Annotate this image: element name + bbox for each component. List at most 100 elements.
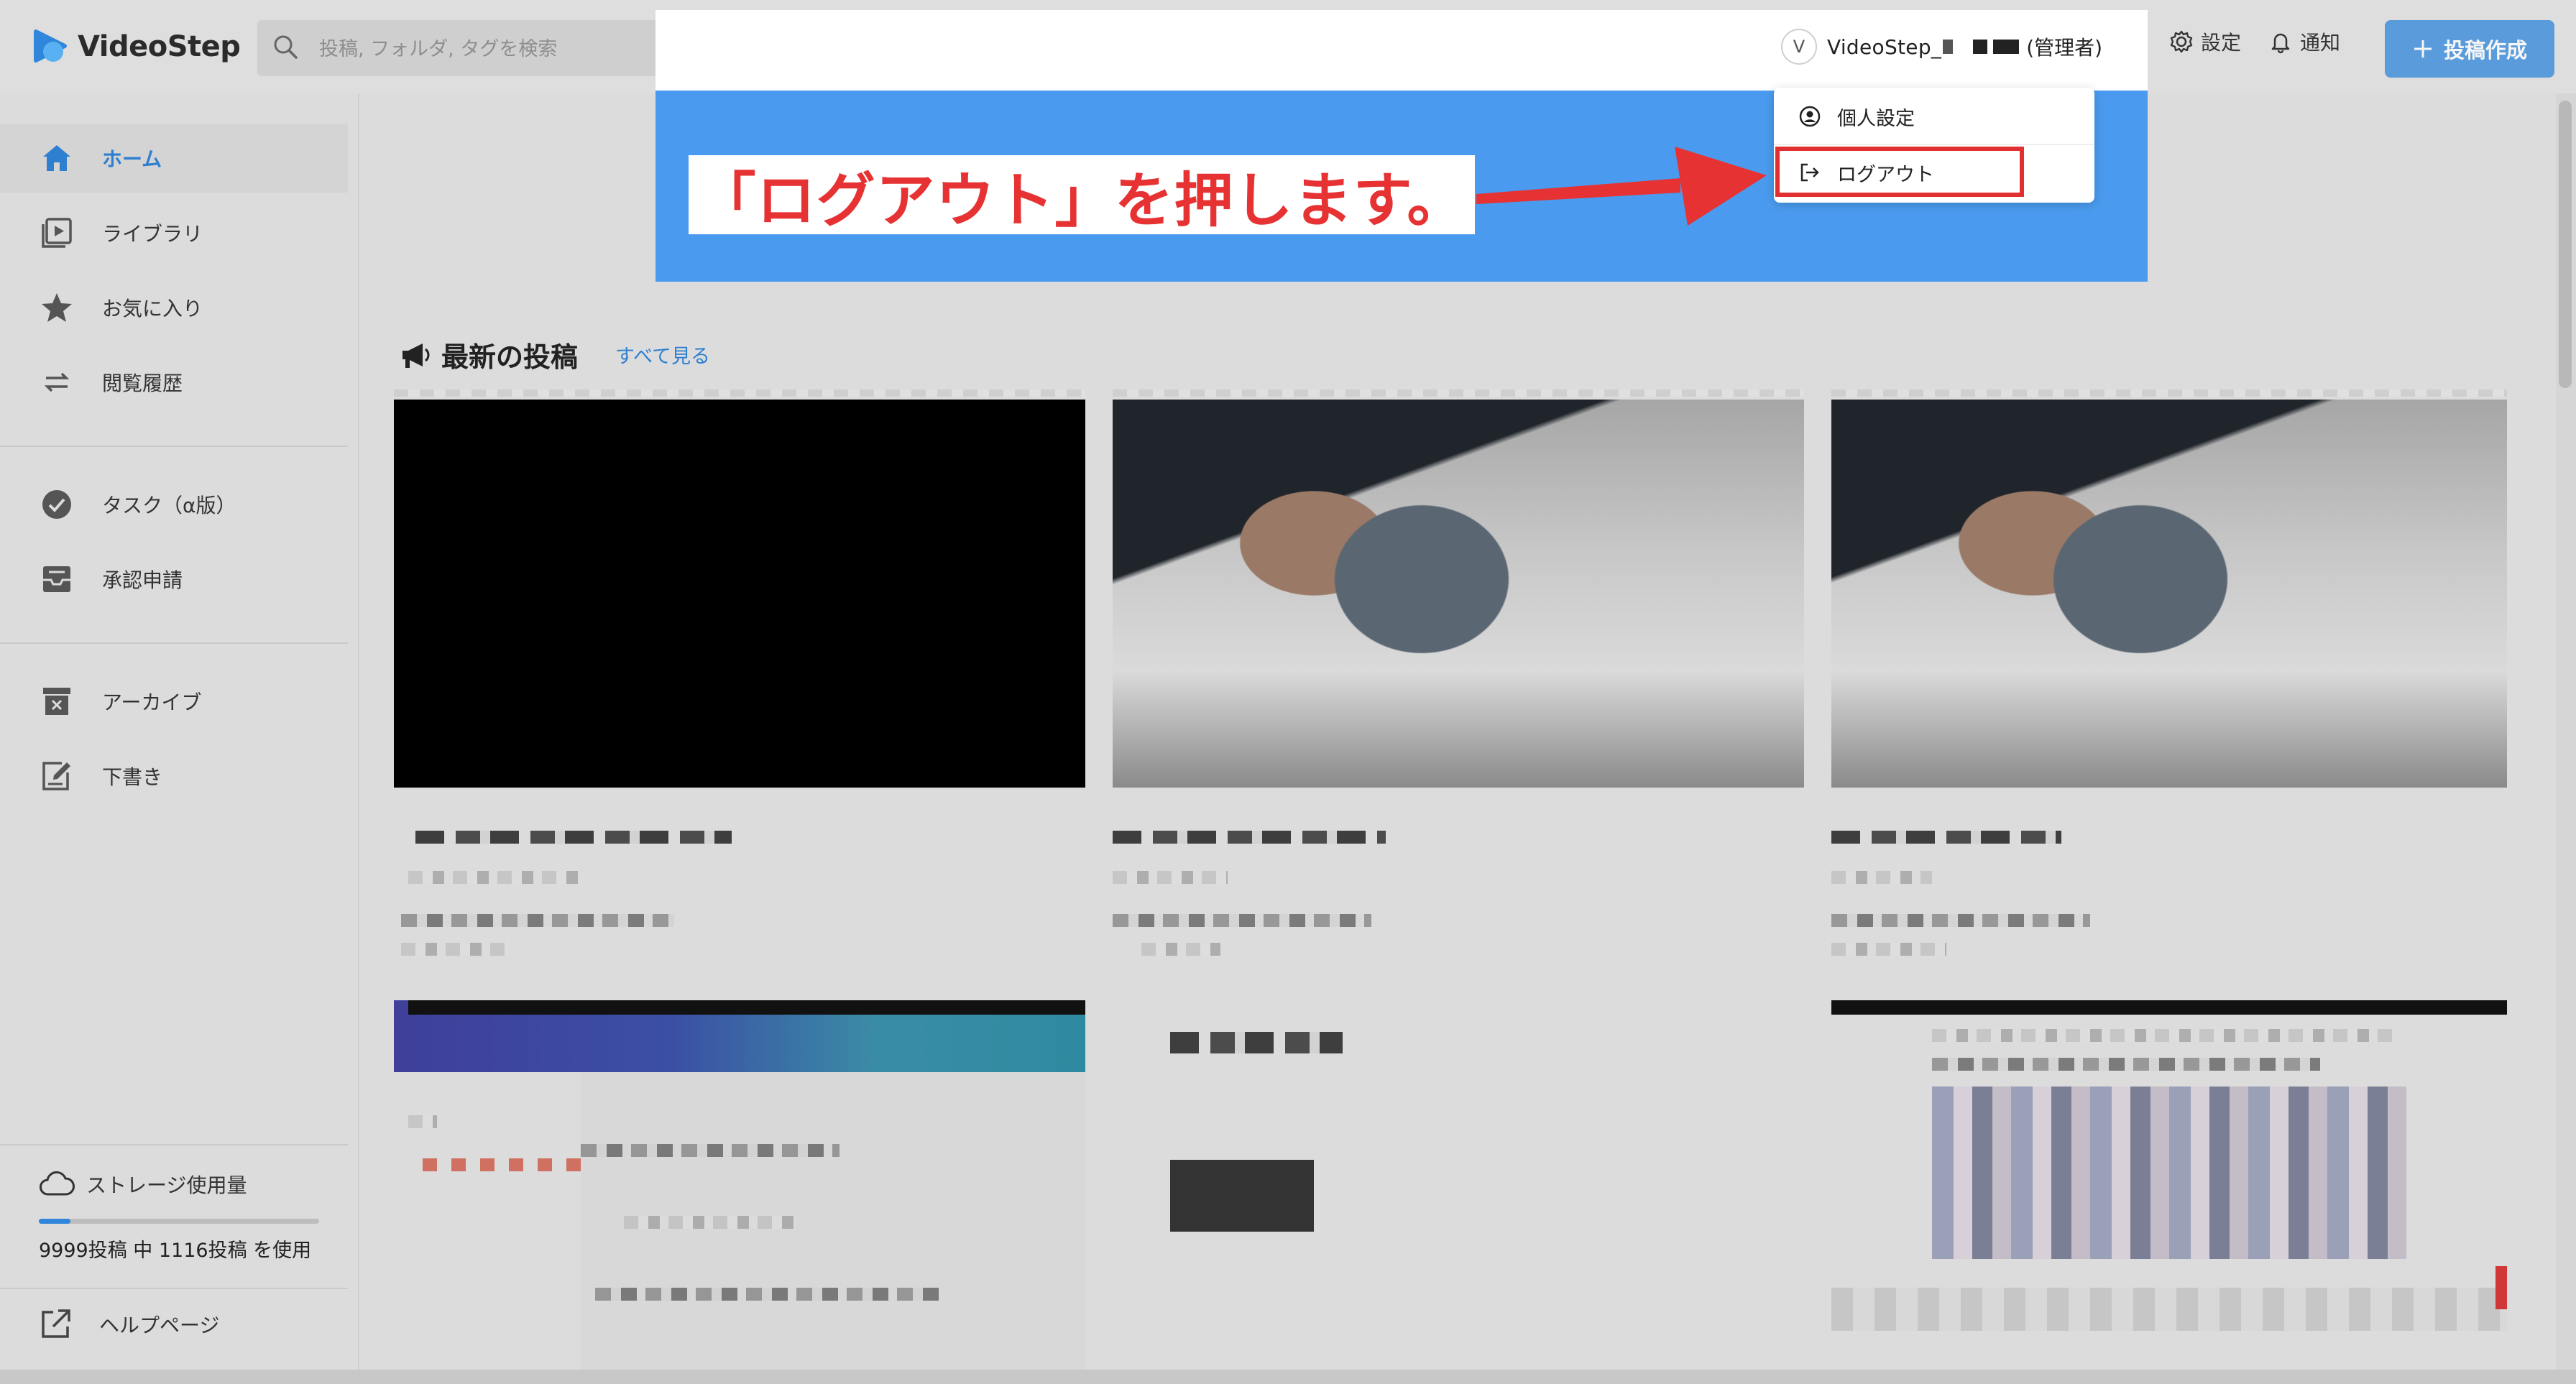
user-circle-icon xyxy=(1799,106,1821,127)
sidebar-divider xyxy=(0,446,348,447)
sidebar-item-approvals[interactable]: 承認申請 xyxy=(0,545,348,614)
sidebar-item-library[interactable]: ライブラリ xyxy=(0,198,348,267)
sidebar-item-tasks[interactable]: タスク（α版） xyxy=(0,470,348,539)
avatar: V xyxy=(1781,29,1817,65)
horizontal-scrollbar[interactable] xyxy=(0,1370,2576,1384)
sidebar-item-label: お気に入り xyxy=(102,297,203,320)
user-name: VideoStep_ xyxy=(1827,34,1942,59)
post-card[interactable] xyxy=(1831,389,2523,956)
post-meta-redacted xyxy=(1141,943,1220,956)
sidebar-item-label: タスク（α版） xyxy=(102,494,236,517)
sidebar-item-label: ライブラリ xyxy=(102,222,203,246)
help-label: ヘルプページ xyxy=(99,1314,220,1337)
thumbnail-bar xyxy=(1831,1000,2507,1015)
notifications-button[interactable]: 通知 xyxy=(2268,27,2340,56)
redacted-block xyxy=(581,1144,840,1157)
settings-label: 設定 xyxy=(2201,31,2242,55)
user-menu-button[interactable]: V VideoStep_ (管理者) xyxy=(1781,29,2102,65)
post-meta-redacted xyxy=(1113,871,1228,884)
sidebar-item-favorites[interactable]: お気に入り xyxy=(0,273,348,342)
latest-posts-header: 最新の投稿 すべて見る xyxy=(398,335,710,374)
post-title-redacted xyxy=(415,831,732,844)
sidebar-item-drafts[interactable]: 下書き xyxy=(0,742,348,811)
post-meta-redacted xyxy=(1113,914,1371,927)
post-thumbnail[interactable] xyxy=(1932,1087,2406,1259)
storage-progress-bar xyxy=(39,1219,319,1224)
create-post-button[interactable]: 投稿作成 xyxy=(2385,20,2554,78)
redacted-block xyxy=(1932,1029,2392,1042)
post-card-border xyxy=(394,389,1085,397)
sidebar-item-label: 閲覧履歴 xyxy=(102,372,183,395)
task-check-icon xyxy=(39,486,75,522)
user-name-redacted xyxy=(1943,40,2020,54)
storage-section: ストレージ使用量 xyxy=(39,1170,247,1199)
see-all-link[interactable]: すべて見る xyxy=(615,341,710,369)
post-thumbnail[interactable] xyxy=(1113,400,1804,788)
menu-item-label: 個人設定 xyxy=(1837,107,1915,130)
help-page-link[interactable]: ヘルプページ xyxy=(39,1308,219,1341)
post-card[interactable] xyxy=(394,389,1085,956)
post-card[interactable] xyxy=(1831,1000,2507,1370)
post-card[interactable] xyxy=(394,1000,1085,1370)
thumbnail-bar xyxy=(408,1000,1085,1015)
post-thumbnail[interactable] xyxy=(1831,400,2507,788)
post-meta-redacted xyxy=(1831,943,1946,956)
sidebar-item-label: ホーム xyxy=(102,147,162,171)
storage-progress-fill xyxy=(39,1219,70,1224)
search-bar-highlight xyxy=(656,20,1747,76)
draft-edit-icon xyxy=(39,758,75,794)
notifications-label: 通知 xyxy=(2300,31,2341,55)
post-thumbnail[interactable] xyxy=(1170,1032,1343,1053)
sidebar-item-history[interactable]: 閲覧履歴 xyxy=(0,348,348,417)
gear-icon xyxy=(2170,30,2193,53)
post-meta-redacted xyxy=(1831,914,2090,927)
menu-item-personal-settings[interactable]: 個人設定 xyxy=(1774,91,2094,142)
inbox-icon xyxy=(39,561,75,597)
sidebar-item-archive[interactable]: アーカイブ xyxy=(0,667,348,736)
menu-divider xyxy=(1774,144,2094,145)
redacted-block xyxy=(408,1115,437,1128)
post-meta-redacted xyxy=(1831,871,1932,884)
home-icon xyxy=(39,140,75,176)
settings-button[interactable]: 設定 xyxy=(2169,27,2241,56)
post-thumbnail[interactable] xyxy=(394,400,1085,788)
post-card[interactable] xyxy=(1113,1000,1804,1370)
thumbnail-content xyxy=(1831,1288,2507,1331)
history-icon xyxy=(39,364,75,400)
sidebar-item-label: アーカイブ xyxy=(102,691,202,714)
library-icon xyxy=(39,215,75,251)
instruction-callout: 「ログアウト」を押します。 xyxy=(689,155,1475,235)
post-meta-redacted xyxy=(401,914,674,927)
vertical-scrollbar-thumb[interactable] xyxy=(2559,101,2572,388)
redacted-block xyxy=(624,1216,796,1229)
sidebar-divider xyxy=(0,1144,348,1145)
post-card-border xyxy=(1831,389,2507,397)
storage-usage-text: 9999投稿 中 1116投稿 を使用 xyxy=(39,1240,312,1262)
star-icon xyxy=(39,290,75,326)
post-meta-redacted xyxy=(408,871,581,884)
sidebar-divider xyxy=(0,1288,348,1289)
redacted-block xyxy=(423,1158,581,1171)
archive-icon xyxy=(39,683,75,719)
logout-highlight-box xyxy=(1775,147,2024,197)
app-logo[interactable]: VideoStep xyxy=(32,27,241,66)
storage-title: ストレージ使用量 xyxy=(86,1173,247,1197)
post-title-redacted xyxy=(1113,831,1386,844)
post-title-redacted xyxy=(1831,831,2061,844)
search-icon xyxy=(274,35,298,59)
megaphone-icon xyxy=(402,343,430,368)
sidebar-item-label: 下書き xyxy=(102,765,163,789)
plus-icon xyxy=(2414,40,2432,57)
section-title: 最新の投稿 xyxy=(441,341,579,373)
sidebar-item-label: 承認申請 xyxy=(102,568,183,592)
thumbnail-content xyxy=(1170,1160,1314,1232)
redacted-block xyxy=(1932,1058,2320,1071)
app-name: VideoStep xyxy=(78,30,241,63)
arrow-icon xyxy=(1476,147,1767,226)
create-post-label: 投稿作成 xyxy=(2443,38,2527,63)
sidebar-item-home[interactable]: ホーム xyxy=(0,124,348,193)
post-meta-redacted xyxy=(401,943,509,956)
post-card[interactable] xyxy=(1113,389,1804,956)
videostep-logo-icon xyxy=(32,27,70,66)
redacted-block xyxy=(595,1288,940,1301)
